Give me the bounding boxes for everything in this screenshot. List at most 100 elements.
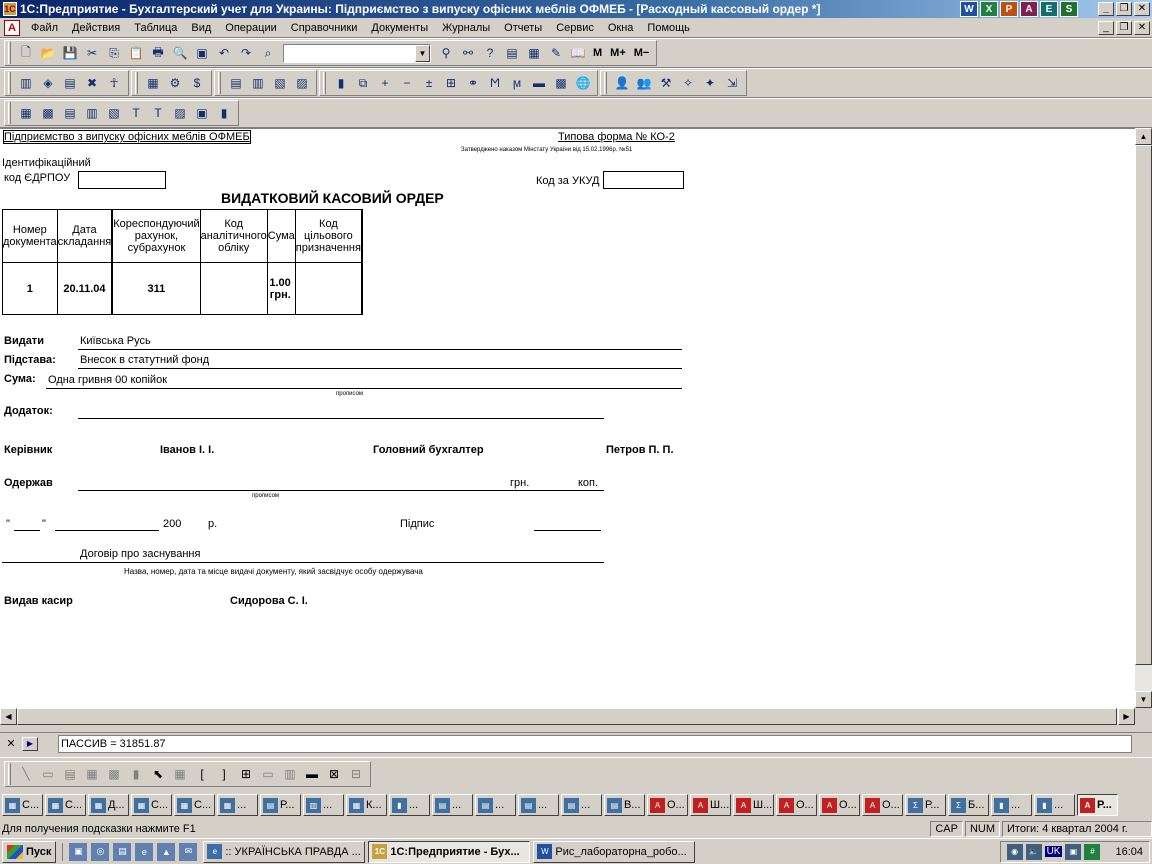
- minimize-button[interactable]: _: [1098, 2, 1114, 16]
- window-tab[interactable]: A О...: [776, 794, 817, 816]
- horizontal-scrollbar[interactable]: ◀ ▶: [0, 708, 1135, 725]
- align-icon[interactable]: ⊞: [235, 763, 257, 785]
- search-combo[interactable]: ▼: [283, 43, 431, 63]
- print-icon[interactable]: 🖶: [147, 42, 169, 64]
- wand-icon[interactable]: ✧: [677, 72, 699, 94]
- task-button[interactable]: W Рис_лабораторна_робо...: [533, 840, 696, 863]
- window-tab[interactable]: ▤...: [518, 794, 559, 816]
- memory-add-button[interactable]: M+: [606, 42, 630, 64]
- window-tab[interactable]: ▤...: [432, 794, 473, 816]
- memory-subtract-button[interactable]: M−: [630, 42, 654, 64]
- journal-icon[interactable]: ▤: [59, 72, 81, 94]
- find-icon[interactable]: ⌕: [257, 42, 279, 64]
- calculator-icon[interactable]: ▤: [501, 42, 523, 64]
- book-icon[interactable]: 📖: [567, 42, 589, 64]
- account-card-icon[interactable]: ▥: [81, 102, 103, 124]
- window-tab[interactable]: A О...: [647, 794, 688, 816]
- merge-icon[interactable]: ▭: [257, 763, 279, 785]
- goods-icon[interactable]: ▦: [142, 72, 164, 94]
- turnover-icon[interactable]: Ϻ: [484, 72, 506, 94]
- cell-date[interactable]: 20.11.04: [56, 262, 113, 315]
- menu-table[interactable]: Таблица: [127, 22, 184, 34]
- publisher-icon[interactable]: E: [1040, 1, 1058, 17]
- window-tab[interactable]: ▦ С...: [45, 794, 86, 816]
- operations-icon[interactable]: ◈: [37, 72, 59, 94]
- menu-references[interactable]: Справочники: [284, 22, 365, 34]
- excel-icon[interactable]: X: [980, 1, 998, 17]
- quicklaunch-icon[interactable]: ✉: [179, 842, 198, 861]
- app-icon[interactable]: 1С: [3, 2, 17, 16]
- vertical-scrollbar[interactable]: ▲ ▼: [1135, 128, 1152, 708]
- quicklaunch-icon[interactable]: ▲: [157, 842, 176, 861]
- window-tab[interactable]: ▤ В...: [604, 794, 645, 816]
- balance-icon[interactable]: ±: [418, 72, 440, 94]
- ukud-field[interactable]: [603, 171, 684, 189]
- turnover-sheet-icon[interactable]: ▤: [59, 102, 81, 124]
- issue-value[interactable]: Київська Русь: [80, 335, 151, 347]
- highlight-icon[interactable]: ▬: [528, 72, 550, 94]
- window-tab[interactable]: ▦ С...: [131, 794, 172, 816]
- task-button[interactable]: e:: УКРАЇНСЬКА ПРАВДА ...: [203, 840, 366, 863]
- plus-icon[interactable]: +: [374, 72, 396, 94]
- volume-icon[interactable]: 🔈: [1025, 843, 1042, 860]
- calendar-icon[interactable]: ▦: [523, 42, 545, 64]
- chevron-down-icon[interactable]: ▼: [415, 44, 430, 62]
- report-table-icon[interactable]: ▣: [191, 102, 213, 124]
- pointer-icon[interactable]: ⬉: [147, 763, 169, 785]
- start-button[interactable]: Пуск: [2, 840, 57, 863]
- quicklaunch-icon[interactable]: ◎: [91, 842, 110, 861]
- undo-icon[interactable]: ↶: [213, 42, 235, 64]
- report-t-icon[interactable]: T: [125, 102, 147, 124]
- message-field[interactable]: ПАССИВ = 31851.87: [58, 734, 1132, 753]
- cell-empty-2[interactable]: [360, 262, 363, 315]
- payment-icon[interactable]: ▨: [291, 72, 313, 94]
- menu-documents[interactable]: Документы: [364, 22, 435, 34]
- print-preview-icon[interactable]: 🔍: [169, 42, 191, 64]
- window-tab[interactable]: A О...: [862, 794, 903, 816]
- other-office-icon[interactable]: S: [1060, 1, 1078, 17]
- task-button-active[interactable]: 1С 1С:Предприятие - Бух...: [368, 840, 531, 863]
- scroll-left-icon[interactable]: ◀: [0, 708, 17, 725]
- picture-icon[interactable]: ▩: [103, 763, 125, 785]
- analysis-icon[interactable]: ϻ: [506, 72, 528, 94]
- grid-toggle-icon[interactable]: ⊠: [323, 763, 345, 785]
- line-icon[interactable]: ╲: [15, 763, 37, 785]
- ledger-icon[interactable]: ▮: [330, 72, 352, 94]
- object-icon[interactable]: ▮: [125, 763, 147, 785]
- copy-icon[interactable]: ⎘: [103, 42, 125, 64]
- wheel-icon[interactable]: ⚙: [164, 72, 186, 94]
- grid-lines-icon[interactable]: ⊟: [345, 763, 367, 785]
- minus-icon[interactable]: −: [396, 72, 418, 94]
- ruler-icon[interactable]: ▬: [301, 763, 323, 785]
- help-icon[interactable]: ?: [479, 42, 501, 64]
- window-tab[interactable]: A Ш...: [690, 794, 731, 816]
- memory-button[interactable]: M: [589, 42, 606, 64]
- properties-icon[interactable]: ▣: [191, 42, 213, 64]
- close-message-icon[interactable]: ✕: [4, 737, 18, 751]
- export-icon[interactable]: ⇲: [721, 72, 743, 94]
- entry-icon[interactable]: ☥: [103, 72, 125, 94]
- restore-button[interactable]: ❐: [1116, 2, 1132, 16]
- person-icon[interactable]: 👤: [611, 72, 633, 94]
- scroll-down-icon[interactable]: ▼: [1135, 691, 1152, 708]
- rectangle-icon[interactable]: ▭: [37, 763, 59, 785]
- cell-target-code[interactable]: [294, 262, 362, 315]
- scroll-up-icon[interactable]: ▲: [1135, 128, 1152, 145]
- window-tab[interactable]: ▮...: [389, 794, 430, 816]
- fill-icon[interactable]: ▦: [81, 763, 103, 785]
- browser-icon[interactable]: e: [135, 842, 154, 861]
- menu-windows[interactable]: Окна: [601, 22, 641, 34]
- copy-doc-icon[interactable]: ⧉: [352, 72, 374, 94]
- link-icon[interactable]: ⚭: [462, 72, 484, 94]
- menu-operations[interactable]: Операции: [218, 22, 283, 34]
- cut-icon[interactable]: ✂: [81, 42, 103, 64]
- bracket-right-icon[interactable]: ]: [213, 763, 235, 785]
- window-tab[interactable]: ▤...: [561, 794, 602, 816]
- account-analysis-icon[interactable]: ▧: [103, 102, 125, 124]
- window-tab[interactable]: Σ Р...: [905, 794, 946, 816]
- grid-select-icon[interactable]: ▦: [169, 763, 191, 785]
- powerpoint-icon[interactable]: P: [1000, 1, 1018, 17]
- transactions-icon[interactable]: ✖: [81, 72, 103, 94]
- menu-file[interactable]: Файл: [24, 22, 65, 34]
- word-icon[interactable]: W: [960, 1, 978, 17]
